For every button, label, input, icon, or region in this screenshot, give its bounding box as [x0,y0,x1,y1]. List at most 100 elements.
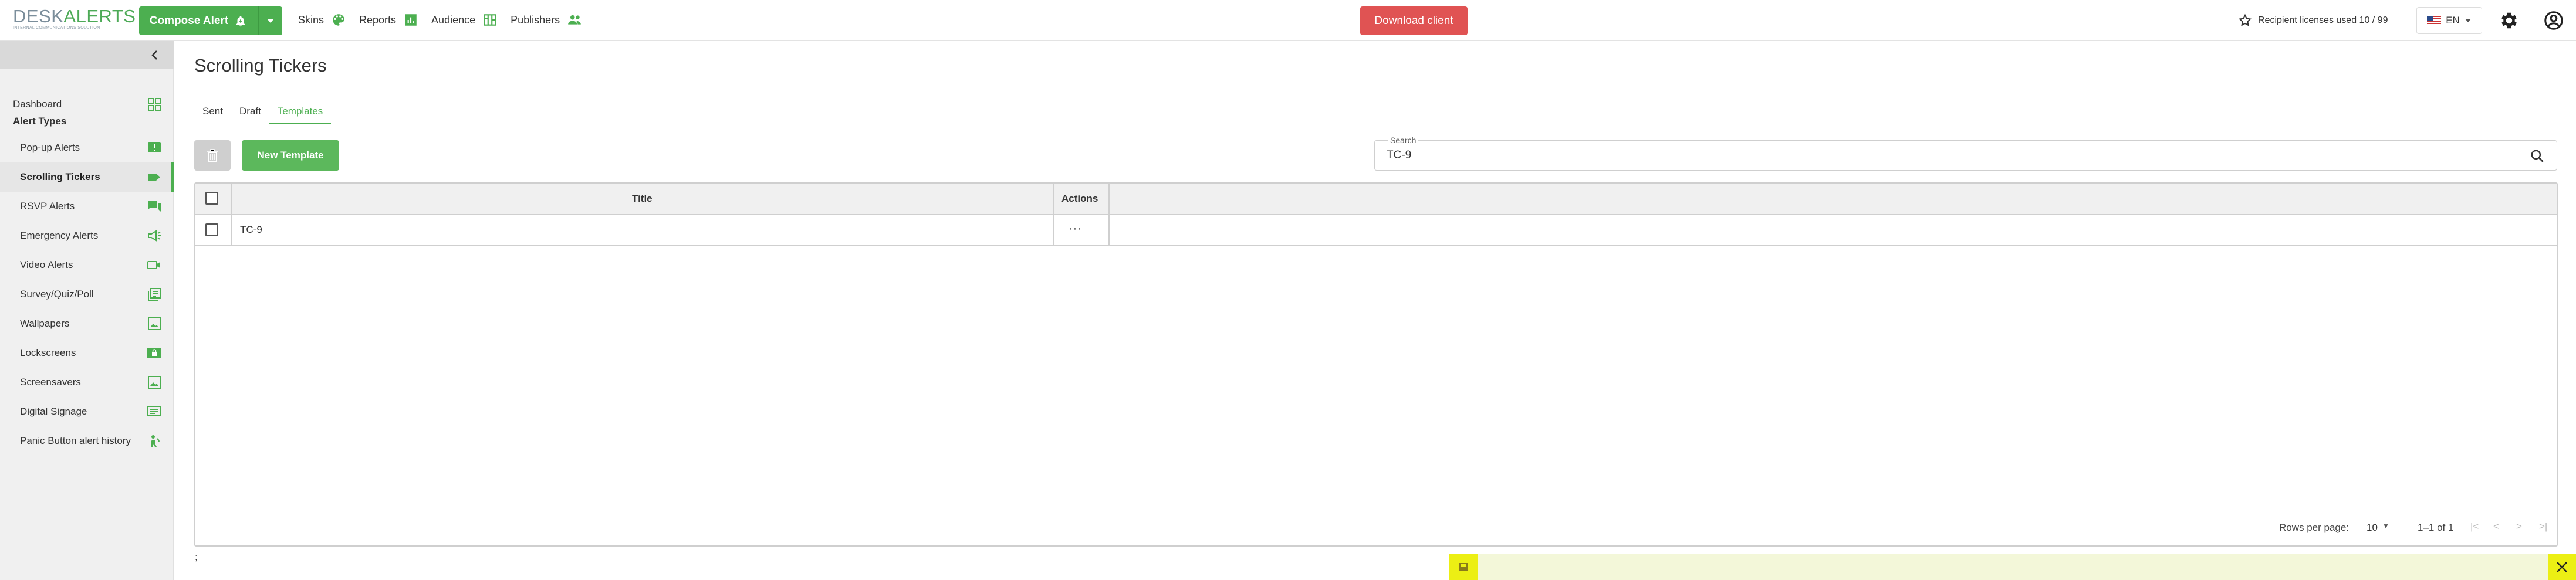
ticker-preview-bar [1449,554,2576,580]
next-page-icon[interactable]: > [2516,521,2522,532]
sidebar-item-lockscreens[interactable]: Lockscreens [0,338,174,368]
chart-icon [405,14,417,26]
download-client-label: Download client [1374,14,1453,27]
user-account-icon[interactable] [2543,10,2564,31]
megaphone-icon [148,230,161,242]
row-actions-menu-icon[interactable]: ··· [1069,222,1082,236]
panic-icon [151,435,160,447]
search-icon[interactable] [2530,148,2545,164]
language-selector[interactable]: EN [2416,7,2482,34]
row-checkbox[interactable] [205,223,218,236]
column-header-title[interactable]: Title [632,193,653,205]
sidebar-item-label: Pop-up Alerts [20,142,80,153]
sidebar-item-popup-alerts[interactable]: Pop-up Alerts [0,133,174,162]
logo-alerts-text: ALERTS [63,6,136,26]
sidebar-item-emergency-alerts[interactable]: Emergency Alerts [0,221,174,250]
sidebar-item-video-alerts[interactable]: Video Alerts [0,250,174,280]
desk-alerts-logo[interactable]: DESKALERTS INTERNAL COMMUNICATIONS SOLUT… [13,7,136,33]
sidebar-item-survey-quiz-poll[interactable]: Survey/Quiz/Poll [0,280,174,309]
tab-sent[interactable]: Sent [194,103,231,124]
sidebar-item-label: Video Alerts [20,259,73,270]
us-flag-icon [2427,16,2442,25]
nav-publishers-label: Publishers [511,13,560,26]
tab-draft[interactable]: Draft [231,103,269,124]
sidebar-item-wallpapers[interactable]: Wallpapers [0,309,174,338]
ticker-logo-icon [1449,554,1478,580]
compose-alert-dropdown[interactable] [258,6,282,35]
sidebar-item-label: Lockscreens [20,347,76,358]
page-title: Scrolling Tickers [194,55,327,76]
sidebar-item-panic-button-history[interactable]: Panic Button alert history [0,426,174,456]
nav-audience-label: Audience [431,13,476,26]
nav-skins[interactable]: Skins [298,12,346,28]
sidebar-item-label: Screensavers [20,377,81,388]
sidebar-item-label: RSVP Alerts [20,201,75,212]
table-pagination: Rows per page: 10 ▼ 1–1 of 1 |< < > >| [195,511,2557,545]
compose-alert-group: Compose Alert [139,6,282,35]
lockscreen-icon [147,348,161,358]
sidebar-item-digital-signage[interactable]: Digital Signage [0,397,174,426]
wallpaper-icon [148,317,161,330]
sidebar-item-label: Scrolling Tickers [20,171,100,182]
sidebar-item-scrolling-tickers[interactable]: Scrolling Tickers [0,162,174,192]
select-all-checkbox[interactable] [205,192,218,205]
sidebar-item-label: Panic Button alert history [20,435,131,446]
recipient-licenses[interactable]: Recipient licenses used 10 / 99 [2238,11,2388,30]
gear-icon[interactable] [2499,10,2520,31]
column-divider [1053,215,1054,245]
column-divider [231,215,232,245]
table-header: Title Actions [195,184,2557,215]
chevron-left-icon[interactable] [148,48,162,62]
column-divider [1108,215,1110,245]
compose-alert-label: Compose Alert [149,14,229,27]
close-icon[interactable] [2548,554,2576,580]
tab-templates[interactable]: Templates [269,103,332,124]
star-icon [2239,13,2252,26]
row-title[interactable]: TC-9 [240,224,262,236]
sidebar-section-title: Alert Types [13,116,67,127]
top-nav: Skins Reports Audience Publishers [298,9,582,30]
screensaver-icon [148,376,161,389]
nav-skins-label: Skins [298,13,324,26]
sidebar-item-label: Emergency Alerts [20,230,99,241]
rows-per-page-select[interactable]: 10 [2367,522,2378,534]
nav-reports[interactable]: Reports [359,12,418,28]
nav-audience[interactable]: Audience [431,12,498,28]
sidebar-item-rsvp-alerts[interactable]: RSVP Alerts [0,192,174,221]
first-page-icon[interactable]: |< [2470,521,2479,532]
sidebar: Dashboard Alert Types Pop-up Alerts Scro… [0,41,174,580]
new-template-button[interactable]: New Template [242,140,339,171]
rows-per-page-label: Rows per page: [2279,522,2349,533]
caret-down-icon[interactable]: ▼ [2382,522,2389,530]
table-row[interactable]: TC-9 ··· [195,215,2557,246]
org-chart-icon [484,14,496,26]
pagination-range: 1–1 of 1 [2418,522,2454,533]
bell-plus-icon [236,15,245,26]
people-icon [568,15,581,25]
caret-down-icon [2465,19,2471,22]
download-client-button[interactable]: Download client [1360,6,1468,35]
signage-icon [147,406,161,416]
last-page-icon[interactable]: >| [2539,521,2547,532]
search-input[interactable]: Search TC-9 [1374,135,2557,171]
prev-page-icon[interactable]: < [2493,521,2499,532]
column-divider [231,184,232,214]
column-divider [1053,184,1054,214]
nav-publishers[interactable]: Publishers [511,12,582,28]
recipient-licenses-label: Recipient licenses used 10 / 99 [2258,15,2388,25]
sidebar-collapse-bar[interactable] [0,41,174,69]
compose-alert-button[interactable]: Compose Alert [139,6,258,35]
sidebar-section-alert-types: Alert Types [0,107,174,136]
column-divider [1108,184,1110,214]
search-label: Search [1388,135,1419,145]
column-header-actions: Actions [1061,193,1098,204]
tabs: Sent Draft Templates [194,103,332,124]
search-value[interactable]: TC-9 [1387,149,1411,162]
video-icon [147,261,160,269]
popup-icon [148,142,161,152]
sidebar-item-screensavers[interactable]: Screensavers [0,368,174,397]
caret-down-icon [267,18,274,23]
sidebar-item-label: Wallpapers [20,318,70,329]
survey-icon [148,288,161,301]
delete-button[interactable] [194,140,231,171]
